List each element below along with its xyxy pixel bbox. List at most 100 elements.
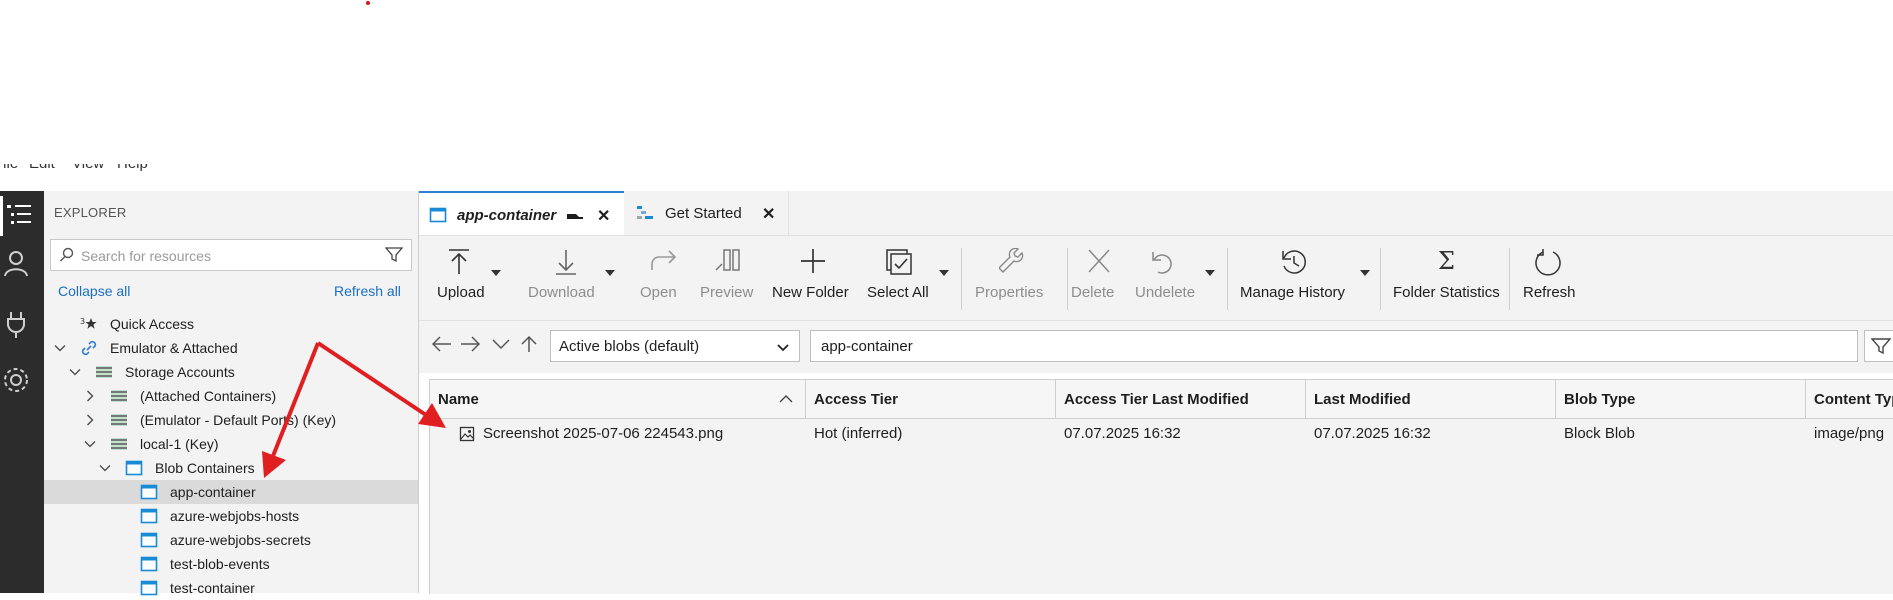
tree-item-azure-webjobs-secrets[interactable]: azure-webjobs-secrets xyxy=(44,528,418,552)
delete-button[interactable]: Delete xyxy=(1071,236,1126,320)
tree-item-storage-accounts[interactable]: Storage Accounts xyxy=(44,360,418,384)
tree-item-app-container[interactable]: app-container xyxy=(44,480,418,504)
folder-statistics-button[interactable]: Σ Folder Statistics xyxy=(1393,236,1503,320)
tab-app-container[interactable]: app-container ✕ xyxy=(419,191,624,235)
filter-icon[interactable] xyxy=(385,247,403,263)
close-icon[interactable]: ✕ xyxy=(597,206,610,226)
undelete-button[interactable]: Undelete xyxy=(1135,236,1225,320)
download-button[interactable]: Download xyxy=(528,236,628,320)
tree-item-test-blob-events[interactable]: test-blob-events xyxy=(44,552,418,576)
toolbar: Upload Download Open Preview New Folder … xyxy=(419,236,1893,321)
storage-icon xyxy=(96,366,112,378)
column-header-name[interactable]: Name xyxy=(430,380,806,418)
chevron-down-icon[interactable] xyxy=(491,335,511,353)
tree-item-emulator-attached[interactable]: Emulator & Attached xyxy=(44,336,418,360)
undelete-label: Undelete xyxy=(1135,284,1196,301)
chevron-down-icon[interactable] xyxy=(491,270,501,276)
toolbar-separator xyxy=(1509,248,1510,310)
toolbar-separator xyxy=(1067,248,1068,310)
preview-button[interactable]: Preview xyxy=(700,236,760,320)
filter-button[interactable] xyxy=(1864,330,1893,362)
tree-item-label: test-container xyxy=(170,580,255,596)
path-input[interactable]: app-container xyxy=(810,330,1858,362)
refresh-all-link[interactable]: Refresh all xyxy=(334,283,401,299)
tree-item-blob-containers[interactable]: Blob Containers xyxy=(44,456,418,480)
storage-icon xyxy=(111,414,127,426)
new-folder-button[interactable]: New Folder xyxy=(772,236,852,320)
manage-history-label: Manage History xyxy=(1240,284,1346,301)
tree-item-attached-containers[interactable]: (Attached Containers) xyxy=(44,384,418,408)
tree-item-test-container[interactable]: test-container xyxy=(44,576,418,600)
back-arrow-icon[interactable] xyxy=(432,335,452,353)
filter-icon xyxy=(1871,338,1891,355)
tree-item-emulator-default-ports[interactable]: (Emulator - Default Ports) (Key) xyxy=(44,408,418,432)
settings-icon[interactable] xyxy=(0,359,44,399)
tree-item-label: Blob Containers xyxy=(155,460,255,476)
chevron-down-icon[interactable] xyxy=(1360,270,1370,276)
explorer-title: EXPLORER xyxy=(54,205,127,220)
sort-ascending-icon xyxy=(779,395,793,403)
column-header-last-modified[interactable]: Last Modified xyxy=(1306,380,1556,418)
column-header-access-tier-last-modified[interactable]: Access Tier Last Modified xyxy=(1056,380,1306,418)
select-all-button[interactable]: Select All xyxy=(867,236,957,320)
account-icon[interactable] xyxy=(0,243,44,283)
search-box[interactable] xyxy=(50,239,412,271)
address-bar: Active blobs (default) app-container xyxy=(419,321,1893,373)
container-icon xyxy=(140,580,158,596)
chevron-down-icon[interactable] xyxy=(1205,270,1215,276)
column-header-access-tier[interactable]: Access Tier xyxy=(806,380,1056,418)
tab-get-started[interactable]: Get Started ✕ xyxy=(624,191,789,235)
manage-history-button[interactable]: Manage History xyxy=(1240,236,1370,320)
tree-item-label: (Emulator - Default Ports) (Key) xyxy=(140,412,337,428)
menu-edit[interactable]: Edit xyxy=(29,164,55,172)
up-arrow-icon[interactable] xyxy=(520,335,538,353)
path-input-value: app-container xyxy=(821,338,913,355)
tree-item-azure-webjobs-hosts[interactable]: azure-webjobs-hosts xyxy=(44,504,418,528)
tab-strip: app-container ✕ Get Started ✕ xyxy=(419,191,1893,236)
table-row[interactable]: Screenshot 2025-07-06 224543.png Hot (in… xyxy=(430,419,1893,447)
svg-text:3: 3 xyxy=(80,317,85,326)
chevron-down-icon[interactable] xyxy=(69,366,81,378)
pin-icon[interactable] xyxy=(565,207,585,223)
tree-item-label: azure-webjobs-secrets xyxy=(170,532,311,548)
properties-button[interactable]: Properties xyxy=(975,236,1055,320)
tree-item-quick-access[interactable]: 3 Quick Access xyxy=(44,312,418,336)
menu-view[interactable]: View xyxy=(72,164,104,172)
search-input[interactable] xyxy=(79,244,373,268)
column-header-blob-type[interactable]: Blob Type xyxy=(1556,380,1806,418)
upload-icon xyxy=(449,249,469,274)
tree-item-local-1[interactable]: local-1 (Key) xyxy=(44,432,418,456)
chevron-down-icon[interactable] xyxy=(84,438,96,450)
explorer-icon[interactable] xyxy=(0,196,44,236)
chevron-right-icon[interactable] xyxy=(84,390,96,402)
column-header-label: Access Tier xyxy=(814,391,898,408)
column-header-content-type[interactable]: Content Typ xyxy=(1806,380,1893,418)
blob-view-select[interactable]: Active blobs (default) xyxy=(550,330,800,362)
column-header-label: Blob Type xyxy=(1564,391,1636,408)
plug-icon[interactable] xyxy=(0,303,44,343)
forward-arrow-icon[interactable] xyxy=(460,335,480,353)
close-icon[interactable]: ✕ xyxy=(762,204,775,224)
chevron-down-icon[interactable] xyxy=(99,462,111,474)
download-icon xyxy=(556,250,576,275)
menu-file[interactable]: File xyxy=(0,164,18,172)
chevron-down-icon[interactable] xyxy=(605,270,615,276)
upload-button[interactable]: Upload xyxy=(437,236,515,320)
open-button[interactable]: Open xyxy=(640,236,690,320)
refresh-icon xyxy=(1535,249,1561,276)
column-header-label: Content Typ xyxy=(1814,391,1893,408)
search-icon xyxy=(60,247,74,262)
chevron-right-icon[interactable] xyxy=(84,414,96,426)
cell-name: Screenshot 2025-07-06 224543.png xyxy=(483,425,724,442)
refresh-button[interactable]: Refresh xyxy=(1523,236,1583,320)
select-all-icon xyxy=(886,249,912,275)
tab-label: app-container xyxy=(457,207,557,224)
table-header: Name Access Tier Access Tier Last Modifi… xyxy=(430,380,1893,419)
chevron-down-icon[interactable] xyxy=(939,270,949,276)
tree-item-label: Emulator & Attached xyxy=(110,340,238,356)
chevron-down-icon[interactable] xyxy=(54,342,66,354)
column-header-label: Name xyxy=(438,391,479,408)
collapse-all-link[interactable]: Collapse all xyxy=(58,283,130,299)
storage-icon xyxy=(111,390,127,402)
menu-help[interactable]: Help xyxy=(117,164,148,172)
